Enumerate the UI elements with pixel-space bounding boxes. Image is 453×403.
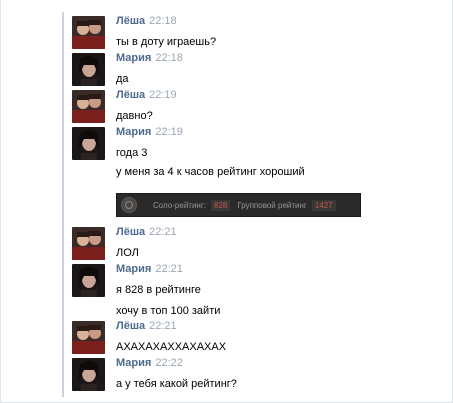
sender-name[interactable]: Мария	[116, 357, 151, 369]
rank-medal-icon	[121, 197, 137, 213]
message-meta: Мария 22:19	[116, 125, 183, 139]
solo-rating-label: Соло-рейтинг:	[153, 200, 206, 210]
message-meta: Лёша 22:19	[116, 88, 177, 102]
avatar-maria[interactable]	[72, 127, 105, 160]
message-text: у меня за 4 к часов рейтинг хороший	[116, 166, 305, 178]
message-text: давно?	[116, 110, 153, 122]
avatar-maria[interactable]	[72, 53, 105, 86]
message-text: а у тебя какой рейтинг?	[116, 378, 237, 390]
message-meta: Лёша 22:18	[116, 14, 177, 28]
message-text: года 3	[116, 147, 148, 159]
message-time: 22:21	[149, 320, 177, 332]
message-text: я 828 в рейтинге	[116, 284, 201, 296]
message-time: 22:21	[155, 263, 183, 275]
message-time: 22:21	[149, 226, 177, 238]
avatar-lesha[interactable]	[72, 321, 105, 354]
sender-name[interactable]: Лёша	[116, 320, 145, 332]
avatar-maria[interactable]	[72, 264, 105, 297]
message-text: ты в доту играешь?	[116, 36, 217, 48]
message-time: 22:22	[155, 357, 183, 369]
rating-card: Соло-рейтинг: 828 Групповой рейтинг 1427	[116, 193, 361, 217]
sender-name[interactable]: Мария	[116, 126, 151, 138]
sender-name[interactable]: Лёша	[116, 89, 145, 101]
message-text: да	[116, 73, 129, 85]
message-meta: Мария 22:21	[116, 262, 183, 276]
sender-name[interactable]: Лёша	[116, 226, 145, 238]
sender-name[interactable]: Мария	[116, 263, 151, 275]
avatar-lesha[interactable]	[72, 90, 105, 123]
message-meta: Лёша 22:21	[116, 319, 177, 333]
conversation-rail	[62, 12, 64, 397]
message-time: 22:19	[149, 89, 177, 101]
avatar-lesha[interactable]	[72, 16, 105, 49]
message-text: хочу в топ 100 зайти	[116, 305, 221, 317]
sender-name[interactable]: Лёша	[116, 15, 145, 27]
message-text: ЛОЛ	[116, 247, 139, 259]
message-meta: Лёша 22:21	[116, 225, 177, 239]
message-text: АХАХАХАХХАХАХАХ	[116, 341, 227, 353]
message-time: 22:19	[155, 126, 183, 138]
message-meta: Мария 22:22	[116, 356, 183, 370]
message-time: 22:18	[149, 15, 177, 27]
avatar-maria[interactable]	[72, 358, 105, 391]
sender-name[interactable]: Мария	[116, 52, 151, 64]
group-rating-label: Групповой рейтинг	[237, 200, 307, 210]
avatar-lesha[interactable]	[72, 227, 105, 260]
group-rating-value: 1427	[311, 199, 336, 211]
message-meta: Мария 22:18	[116, 51, 183, 65]
message-time: 22:18	[155, 52, 183, 64]
solo-rating-value: 828	[210, 199, 231, 211]
